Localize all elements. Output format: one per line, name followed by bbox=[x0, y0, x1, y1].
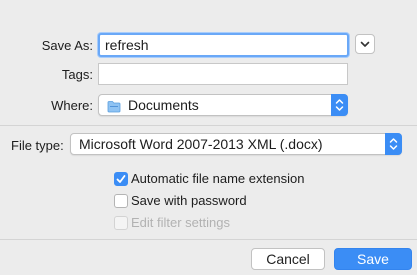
file-type-label: File type: bbox=[11, 138, 64, 153]
option-edit-filter-settings: Edit filter settings bbox=[114, 215, 374, 231]
where-popup[interactable]: Documents bbox=[98, 94, 348, 116]
option-label: Edit filter settings bbox=[131, 215, 230, 230]
tags-label: Tags: bbox=[61, 67, 93, 82]
where-value: Documents bbox=[128, 97, 199, 113]
save-button[interactable]: Save bbox=[334, 248, 412, 270]
file-type-stepper bbox=[385, 133, 402, 155]
option-label: Automatic file name extension bbox=[131, 171, 305, 186]
checkmark-icon bbox=[116, 175, 126, 183]
option-label: Save with password bbox=[131, 193, 247, 208]
expand-button[interactable] bbox=[355, 34, 375, 54]
where-label: Where: bbox=[51, 98, 93, 113]
option-save-with-password[interactable]: Save with password bbox=[114, 193, 374, 209]
save-as-input[interactable]: refresh bbox=[98, 33, 349, 57]
where-stepper bbox=[331, 94, 348, 116]
section-divider bbox=[0, 125, 417, 126]
file-type-value: Microsoft Word 2007-2013 XML (.docx) bbox=[79, 136, 323, 152]
chevron-down-icon bbox=[360, 41, 370, 47]
option-automatic-extension[interactable]: Automatic file name extension bbox=[114, 171, 374, 187]
folder-icon bbox=[107, 98, 121, 118]
checkbox-save-with-password[interactable] bbox=[114, 194, 128, 208]
save-as-label: Save As: bbox=[41, 38, 93, 53]
cancel-button[interactable]: Cancel bbox=[251, 248, 325, 270]
up-down-arrows-icon bbox=[389, 138, 398, 150]
footer-divider bbox=[0, 239, 417, 240]
checkbox-automatic-extension[interactable] bbox=[114, 172, 128, 186]
tags-input[interactable] bbox=[98, 63, 348, 85]
up-down-arrows-icon bbox=[335, 99, 344, 111]
checkbox-edit-filter-settings bbox=[114, 216, 128, 230]
file-type-popup[interactable]: Microsoft Word 2007-2013 XML (.docx) bbox=[70, 133, 402, 155]
